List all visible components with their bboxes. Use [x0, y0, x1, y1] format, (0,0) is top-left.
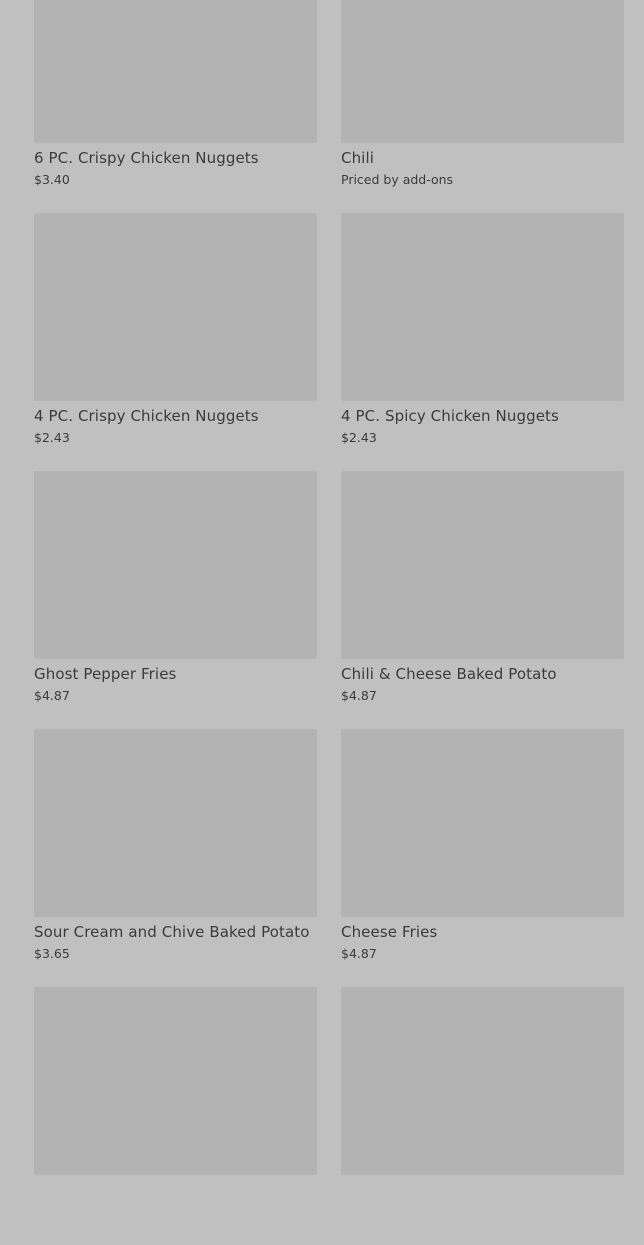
menu-item-image[interactable] — [34, 471, 317, 659]
menu-item-image[interactable] — [34, 729, 317, 917]
menu-item-name: Chili & Cheese Baked Potato — [341, 665, 557, 683]
menu-item-price: $3.65 — [34, 946, 70, 961]
menu-item-name: Ghost Pepper Fries — [34, 665, 177, 683]
menu-item-image[interactable] — [341, 471, 624, 659]
menu-item-image[interactable] — [34, 987, 317, 1175]
menu-item-name: 4 PC. Crispy Chicken Nuggets — [34, 407, 259, 425]
menu-item-card[interactable]: 6 PC. Crispy Chicken Nuggets $3.40 — [34, 0, 317, 213]
menu-item-name: Chili — [341, 149, 374, 167]
menu-item-price: $2.43 — [34, 430, 70, 445]
menu-item-name: 4 PC. Spicy Chicken Nuggets — [341, 407, 559, 425]
menu-item-price: $4.87 — [341, 946, 377, 961]
menu-item-card[interactable] — [341, 987, 624, 1245]
menu-item-image[interactable] — [341, 987, 624, 1175]
menu-item-card[interactable]: 4 PC. Crispy Chicken Nuggets $2.43 — [34, 213, 317, 471]
menu-item-image[interactable] — [34, 0, 317, 143]
menu-item-card[interactable]: Chili & Cheese Baked Potato $4.87 — [341, 471, 624, 729]
menu-item-image[interactable] — [341, 213, 624, 401]
menu-item-price: Priced by add-ons — [341, 172, 454, 187]
menu-item-name: Cheese Fries — [341, 923, 438, 941]
menu-item-card[interactable]: Sour Cream and Chive Baked Potato $3.65 — [34, 729, 317, 987]
menu-item-card[interactable]: Cheese Fries $4.87 — [341, 729, 624, 987]
menu-item-image[interactable] — [341, 729, 624, 917]
menu-item-price: $4.87 — [34, 688, 70, 703]
menu-item-card[interactable] — [34, 987, 317, 1245]
menu-item-price: $3.40 — [34, 172, 70, 187]
menu-item-name: 6 PC. Crispy Chicken Nuggets — [34, 149, 259, 167]
menu-item-card[interactable]: 4 PC. Spicy Chicken Nuggets $2.43 — [341, 213, 624, 471]
menu-item-image[interactable] — [341, 0, 624, 143]
menu-item-card[interactable]: Chili Priced by add-ons — [341, 0, 624, 213]
menu-item-image[interactable] — [34, 213, 317, 401]
menu-item-price: $2.43 — [341, 430, 377, 445]
menu-item-name: Sour Cream and Chive Baked Potato — [34, 923, 310, 941]
menu-item-price: $4.87 — [341, 688, 377, 703]
menu-item-grid: 6 PC. Crispy Chicken Nuggets $3.40 Chili… — [34, 0, 624, 1245]
menu-item-card[interactable]: Ghost Pepper Fries $4.87 — [34, 471, 317, 729]
